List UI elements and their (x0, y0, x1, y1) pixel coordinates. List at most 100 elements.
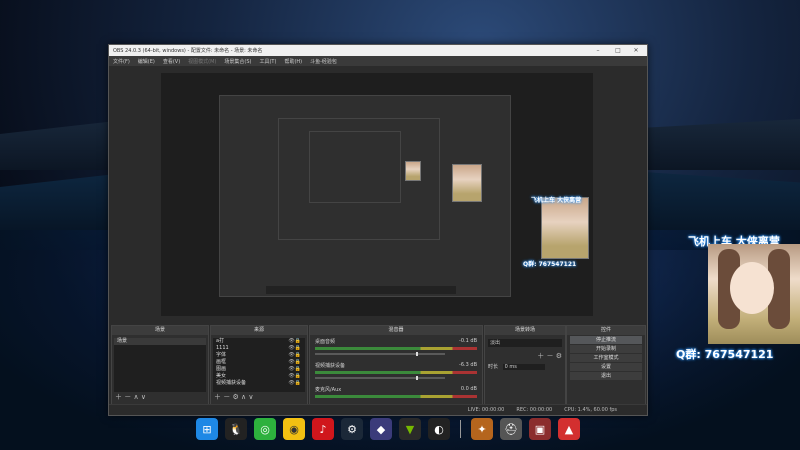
down-icon[interactable]: ∨ (248, 393, 253, 401)
browser-icon[interactable]: ◉ (283, 418, 305, 440)
status-bar: LIVE: 00:00:00 REC: 00:00:00 CPU: 1.4%, … (109, 404, 647, 415)
preview-canvas[interactable]: 飞机上车 大侠离营 Q群: 767547121 (161, 73, 593, 316)
transition-select[interactable]: 淡出 (488, 339, 562, 347)
eye-lock-icon[interactable]: 👁🔒 (288, 380, 301, 387)
maximize-icon[interactable]: □ (609, 45, 627, 56)
up-icon[interactable]: ∧ (133, 393, 138, 401)
start-recording-button[interactable]: 开始录制 (570, 345, 642, 353)
sources-header: 来源 (211, 326, 307, 335)
transitions-header: 场景转场 (485, 326, 565, 335)
live-timer: LIVE: 00:00:00 (467, 407, 505, 413)
mixer-track: 桌面音频 -0.1 dB (312, 337, 480, 361)
mixer-dock: 混音器 桌面音频 -0.1 dB 视频捕获设备 -6.3 dB 麦克风/Aux … (309, 325, 483, 405)
eye-lock-icon[interactable]: 👁🔒 (288, 366, 301, 373)
nested-webcam-2 (452, 164, 482, 202)
nvidia-icon[interactable]: ▼ (399, 418, 421, 440)
volume-meter (315, 371, 477, 374)
game3-icon[interactable]: ▣ (529, 418, 551, 440)
netease-music-icon[interactable]: ♪ (312, 418, 334, 440)
scenes-toolbar: ＋ － ∧ ∨ (115, 392, 146, 402)
close-icon[interactable]: ✕ (627, 45, 645, 56)
menu-scene-collection[interactable]: 场景集合(S) (224, 58, 251, 65)
sources-list[interactable]: a打 👁🔒 1111 👁🔒 字体 👁🔒 画框 👁🔒 图画 👁🔒 美女 👁🔒 视频捕获设备 👁🔒 (213, 338, 305, 392)
menu-file[interactable]: 文件(F) (113, 58, 130, 65)
transition-toolbar: ＋ － ⚙ (488, 351, 562, 361)
gear-icon[interactable]: ⚙ (556, 352, 562, 360)
studio-mode-button[interactable]: 工作室模式 (570, 354, 642, 362)
source-label: 美女 (216, 373, 227, 379)
window-title: OBS 24.0.3 (64-bit, windows) - 配置文件: 未命名… (113, 48, 263, 54)
duration-input[interactable]: 0 ms (502, 364, 545, 370)
eye-lock-icon[interactable]: 👁🔒 (288, 338, 301, 345)
scenes-header: 场景 (112, 326, 208, 335)
separator (460, 420, 461, 438)
menu-douyu[interactable]: 斗鱼-经验包 (310, 58, 337, 65)
obs-window[interactable]: OBS 24.0.3 (64-bit, windows) - 配置文件: 未命名… (108, 44, 648, 416)
source-item[interactable]: 字体 👁🔒 (213, 352, 305, 359)
add-icon[interactable]: ＋ (214, 393, 221, 401)
settings-button[interactable]: 设置 (570, 363, 642, 371)
source-item[interactable]: 1111 👁🔒 (213, 345, 305, 352)
game2-icon[interactable]: ✦ (471, 418, 493, 440)
gear-icon[interactable]: ⚙ (232, 393, 238, 401)
windows-icon[interactable]: ⊞ (196, 418, 218, 440)
qq-group-text: Q群: 767547121 (676, 348, 774, 361)
nested-webcam-3 (405, 161, 421, 181)
menu-help[interactable]: 帮助(H) (284, 58, 302, 65)
eye-lock-icon[interactable]: 👁🔒 (288, 352, 301, 359)
source-item[interactable]: a打 👁🔒 (213, 338, 305, 345)
menu-view[interactable]: 查看(V) (163, 58, 180, 65)
source-item[interactable]: 视频捕获设备 👁🔒 (213, 380, 305, 387)
add-icon[interactable]: ＋ (537, 352, 544, 360)
slider-handle[interactable] (416, 376, 419, 380)
preview-webcam (541, 197, 589, 259)
down-icon[interactable]: ∨ (141, 393, 146, 401)
remove-icon[interactable]: － (223, 393, 230, 401)
source-label: 视频捕获设备 (216, 380, 247, 386)
eye-lock-icon[interactable]: 👁🔒 (288, 345, 301, 352)
title-bar[interactable]: OBS 24.0.3 (64-bit, windows) - 配置文件: 未命名… (109, 45, 647, 56)
transitions-dock: 场景转场 淡出 ＋ － ⚙ 时长 0 ms (484, 325, 566, 405)
source-item[interactable]: 图画 👁🔒 (213, 366, 305, 373)
wechat-icon[interactable]: ◎ (254, 418, 276, 440)
menu-tools[interactable]: 工具(T) (259, 58, 276, 65)
volume-meter (315, 347, 477, 350)
preview-qq: Q群: 767547121 (523, 261, 577, 268)
scenes-list[interactable]: 场景 (114, 338, 206, 392)
steam-icon[interactable]: ⚙ (341, 418, 363, 440)
source-item[interactable]: 画框 👁🔒 (213, 359, 305, 366)
stop-streaming-button[interactable]: 停止推流 (570, 336, 642, 344)
remove-icon[interactable]: － (124, 393, 131, 401)
eye-lock-icon[interactable]: 👁🔒 (288, 359, 301, 366)
exit-button[interactable]: 退出 (570, 372, 642, 380)
source-label: 画框 (216, 359, 227, 365)
menu-edit[interactable]: 编辑(E) (138, 58, 155, 65)
game-icon[interactable]: ◆ (370, 418, 392, 440)
track-db: -0.1 dB (459, 338, 477, 344)
pubg-icon[interactable]: ⛑ (500, 418, 522, 440)
qq-icon[interactable]: 🐧 (225, 418, 247, 440)
game4-icon[interactable]: ▲ (558, 418, 580, 440)
volume-slider[interactable] (315, 376, 445, 380)
source-label: 1111 (216, 345, 229, 351)
up-icon[interactable]: ∧ (241, 393, 246, 401)
source-item[interactable]: 美女 👁🔒 (213, 373, 305, 380)
menu-bar: 文件(F) 编辑(E) 查看(V) 视图模式(M) 场景集合(S) 工具(T) … (109, 56, 647, 66)
face (730, 262, 774, 314)
source-label: 图画 (216, 366, 227, 372)
volume-slider[interactable] (315, 352, 445, 356)
scene-item[interactable]: 场景 (114, 338, 206, 345)
mixer-track: 视频捕获设备 -6.3 dB (312, 361, 480, 385)
add-icon[interactable]: ＋ (115, 393, 122, 401)
mixer-header: 混音器 (310, 326, 482, 335)
obs-icon[interactable]: ◐ (428, 418, 450, 440)
cpu-fps: CPU: 1.4%, 60.00 fps (564, 407, 617, 413)
minimize-icon[interactable]: – (589, 45, 607, 56)
sources-dock: 来源 a打 👁🔒 1111 👁🔒 字体 👁🔒 画框 👁🔒 图画 👁🔒 美女 👁🔒 视频捕获设… (210, 325, 308, 405)
scenes-dock: 场景 场景 ＋ － ∧ ∨ (111, 325, 209, 405)
duration-label: 时长 (488, 364, 499, 370)
eye-lock-icon[interactable]: 👁🔒 (288, 373, 301, 380)
menu-viewmode[interactable]: 视图模式(M) (188, 58, 216, 65)
slider-handle[interactable] (416, 352, 419, 356)
remove-icon[interactable]: － (546, 352, 553, 360)
